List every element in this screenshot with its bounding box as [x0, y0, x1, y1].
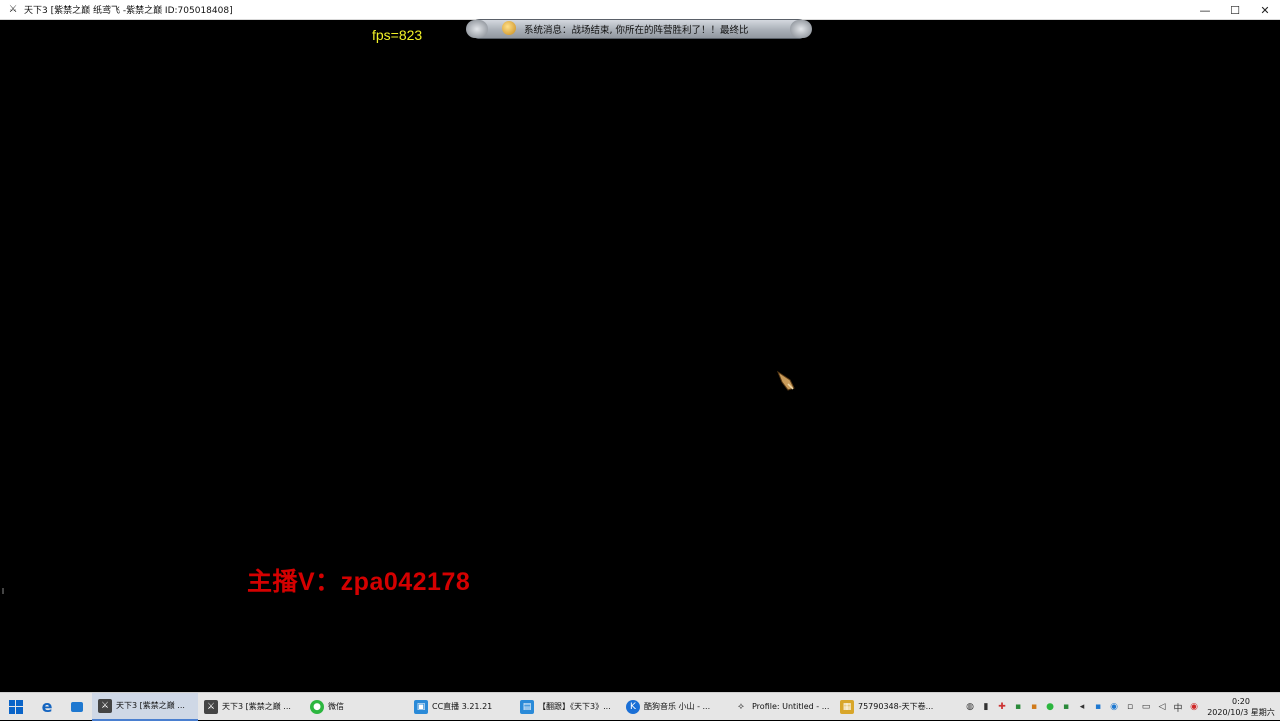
- microphone-icon[interactable]: ▮: [979, 700, 993, 714]
- display-icon[interactable]: ▭: [1139, 700, 1153, 714]
- taskbar-item-wechat[interactable]: ● 微信: [304, 693, 408, 721]
- network-globe-icon[interactable]: ◍: [963, 700, 977, 714]
- edge-browser-icon[interactable]: e: [32, 693, 62, 721]
- fps-counter: fps=823: [372, 27, 423, 43]
- taskbar: e ⚔ 天下3 [紫禁之巅 ... ⚔ 天下3 [紫禁之巅 ... ● 微信 ▣…: [0, 692, 1280, 721]
- banner-right-ornament: [790, 20, 812, 38]
- tray-app5-icon[interactable]: ◉: [1107, 700, 1121, 714]
- tray-app4-icon[interactable]: ▪: [1091, 700, 1105, 714]
- wechat-icon: ●: [310, 699, 324, 714]
- ime-indicator[interactable]: 中: [1171, 700, 1185, 714]
- game-cursor-icon: [776, 370, 795, 391]
- game-window-icon: ▦: [840, 699, 854, 714]
- taskbar-item-kugou[interactable]: K 酷狗音乐 小山 - ...: [620, 693, 728, 721]
- system-message-banner: 系统消息：战场结束, 你所在的阵营胜利了！！最终比: [466, 19, 812, 39]
- taskbar-item-game-window[interactable]: ▦ 75790348-天下卷...: [834, 693, 944, 721]
- store-icon[interactable]: [62, 693, 92, 721]
- security-icon[interactable]: ✚: [995, 700, 1009, 714]
- system-tray: ◍ ▮ ✚ ▪ ▪ ● ▪ ◂ ▪ ◉ ▫ ▭ ◁ 中 ◉ 0:20 2020/…: [962, 693, 1280, 721]
- cc-live-icon: ▣: [414, 699, 428, 714]
- taskbar-item-folder[interactable]: ▤ 【翻跟】《天下3》...: [514, 693, 620, 721]
- tray-app6-icon[interactable]: ▫: [1123, 700, 1137, 714]
- edge-marker: [2, 588, 4, 594]
- tray-app-icon[interactable]: ▪: [1011, 700, 1025, 714]
- tray-wechat-icon[interactable]: ●: [1043, 700, 1057, 714]
- game-icon: ⚔: [8, 4, 18, 15]
- minimize-button[interactable]: —: [1190, 0, 1220, 20]
- streamer-watermark: 主播V：zpa042178: [247, 568, 471, 596]
- kugou-icon: K: [626, 699, 640, 714]
- system-message-text: 系统消息：战场结束, 你所在的阵营胜利了！！最终比: [524, 25, 749, 36]
- tianxia3-icon: ⚔: [98, 698, 112, 713]
- window-title-bar[interactable]: ⚔ 天下3 [紫禁之巅 纸鸢飞 -紫禁之巅 ID:705018408] — ☐ …: [0, 0, 1280, 20]
- folder-icon: ▤: [520, 699, 534, 714]
- clock-date: 2020/10/3 星期六: [1207, 708, 1275, 717]
- banner-left-ornament: [466, 20, 488, 38]
- volume-icon[interactable]: ◁: [1155, 700, 1169, 714]
- close-button[interactable]: ✕: [1250, 0, 1280, 20]
- windows-logo-icon: [9, 699, 23, 714]
- speaker-icon: [502, 21, 516, 35]
- taskbar-item-cc-live[interactable]: ▣ CC直播 3.21.21: [408, 693, 514, 721]
- taskbar-item-profile[interactable]: ⟡ Profile: Untitled - ...: [728, 693, 834, 721]
- maximize-button[interactable]: ☐: [1220, 0, 1250, 20]
- tray-app2-icon[interactable]: ▪: [1027, 700, 1041, 714]
- taskbar-item-tianxia3-1[interactable]: ⚔ 天下3 [紫禁之巅 ...: [92, 692, 198, 721]
- tianxia3-icon: ⚔: [204, 699, 218, 714]
- start-button[interactable]: [0, 693, 32, 721]
- taskbar-item-tianxia3-2[interactable]: ⚔ 天下3 [紫禁之巅 ...: [198, 693, 304, 721]
- tray-app3-icon[interactable]: ▪: [1059, 700, 1073, 714]
- window-title: 天下3 [紫禁之巅 纸鸢飞 -紫禁之巅 ID:705018408]: [24, 6, 233, 16]
- tray-arrow-icon[interactable]: ◂: [1075, 700, 1089, 714]
- tray-weibo-icon[interactable]: ◉: [1187, 700, 1201, 714]
- game-viewport[interactable]: [6, 20, 1276, 688]
- taskbar-clock[interactable]: 0:20 2020/10/3 星期六: [1202, 696, 1280, 718]
- window-controls: — ☐ ✕: [1190, 0, 1280, 20]
- clock-time: 0:20: [1232, 697, 1250, 706]
- profile-icon: ⟡: [738, 701, 744, 712]
